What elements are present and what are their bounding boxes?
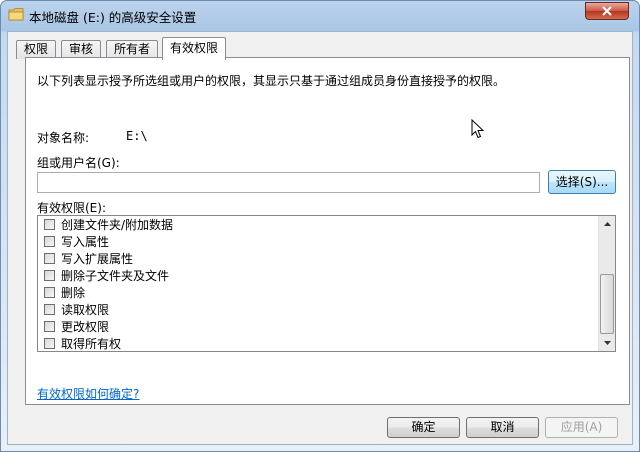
permission-checkbox[interactable]	[44, 236, 55, 247]
arrow-down-icon	[603, 341, 611, 345]
help-link[interactable]: 有效权限如何确定?	[37, 385, 139, 402]
permission-checkbox[interactable]	[44, 304, 55, 315]
mouse-cursor-icon	[471, 119, 485, 139]
scroll-up-button[interactable]	[599, 216, 615, 232]
permission-checkbox[interactable]	[44, 338, 55, 349]
permission-checkbox[interactable]	[44, 321, 55, 332]
permission-checkbox[interactable]	[44, 253, 55, 264]
permission-item[interactable]: 更改权限	[44, 318, 109, 335]
scrollbar-thumb[interactable]	[600, 274, 614, 334]
scroll-down-button[interactable]	[599, 335, 615, 351]
permissions-scrollbar[interactable]	[598, 216, 615, 351]
permission-label: 更改权限	[61, 320, 110, 334]
arrow-up-icon	[603, 222, 611, 226]
permission-item[interactable]: 取得所有权	[44, 335, 121, 351]
dialog-body: 权限 审核 所有者 有效权限 以下列表显示授予所选组或用户的权限，其显示只基于通…	[7, 31, 633, 445]
tab-panel: 以下列表显示授予所选组或用户的权限，其显示只基于通过组成员身份直接授予的权限。 …	[25, 57, 630, 405]
permission-checkbox[interactable]	[44, 219, 55, 230]
cancel-button[interactable]: 取消	[466, 417, 539, 438]
permission-label: 删除子文件夹及文件	[61, 269, 170, 283]
user-group-input[interactable]	[37, 172, 540, 193]
folder-icon	[8, 8, 24, 21]
permission-label: 删除	[61, 286, 86, 300]
close-icon	[602, 6, 612, 16]
user-group-label: 组或用户名(G):	[37, 156, 120, 170]
tab-effective-permissions[interactable]: 有效权限	[162, 37, 227, 60]
description-text: 以下列表显示授予所选组或用户的权限，其显示只基于通过组成员身份直接授予的权限。	[37, 74, 506, 88]
effective-permissions-label: 有效权限(E):	[37, 201, 106, 215]
apply-button[interactable]: 应用(A)	[545, 417, 618, 438]
ok-button[interactable]: 确定	[387, 417, 460, 438]
dialog-window: 本地磁盘 (E:) 的高级安全设置 权限 审核 所有者 有效权限 以下列表显示授…	[0, 0, 640, 452]
permission-item[interactable]: 删除	[44, 284, 85, 301]
permission-label: 创建文件夹/附加数据	[61, 218, 174, 232]
permissions-list[interactable]: 创建文件夹/附加数据 写入属性 写入扩展属性 删除子文件夹及文件 删除 读取权限…	[37, 215, 616, 352]
permission-item[interactable]: 读取权限	[44, 301, 109, 318]
permission-checkbox[interactable]	[44, 287, 55, 298]
permissions-items: 创建文件夹/附加数据 写入属性 写入扩展属性 删除子文件夹及文件 删除 读取权限…	[38, 216, 598, 351]
select-button[interactable]: 选择(S)...	[548, 170, 616, 194]
permission-label: 取得所有权	[61, 337, 122, 351]
permission-label: 读取权限	[61, 303, 110, 317]
permission-item[interactable]: 写入属性	[44, 233, 109, 250]
permission-label: 写入扩展属性	[61, 252, 134, 266]
object-name-label: 对象名称:	[37, 131, 90, 145]
window-title: 本地磁盘 (E:) 的高级安全设置	[29, 10, 197, 25]
permission-item[interactable]: 创建文件夹/附加数据	[44, 216, 173, 233]
title-bar[interactable]: 本地磁盘 (E:) 的高级安全设置	[1, 1, 639, 29]
object-name-value: E:\	[126, 129, 148, 143]
close-button[interactable]	[585, 2, 629, 20]
permission-item[interactable]: 删除子文件夹及文件	[44, 267, 169, 284]
permission-label: 写入属性	[61, 235, 110, 249]
permission-item[interactable]: 写入扩展属性	[44, 250, 133, 267]
permission-checkbox[interactable]	[44, 270, 55, 281]
